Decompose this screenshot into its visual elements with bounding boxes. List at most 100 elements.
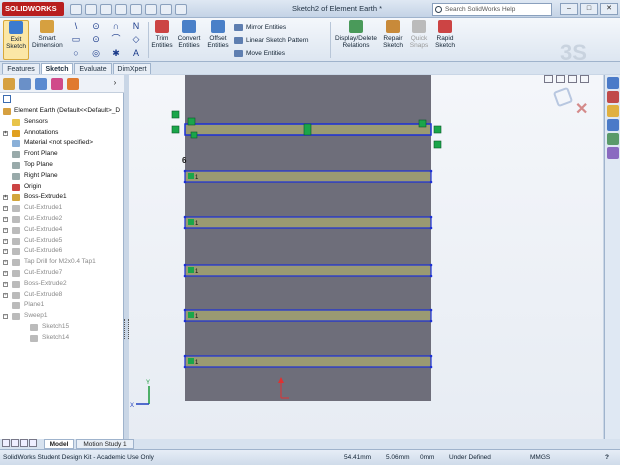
fillet-tool-icon[interactable]: ⌒ [106,33,126,46]
print-icon[interactable] [115,3,127,15]
relation-icon[interactable] [188,312,194,318]
tree-item[interactable]: + Tap Drill for M2x0.4 Tap1 [0,257,124,268]
dimxpert-manager-icon[interactable] [51,78,63,90]
expand-toggle-icon[interactable]: + [3,206,8,212]
tab-features[interactable]: Features [2,63,40,74]
tree-item[interactable]: + Boss-Extrude1 [0,192,124,203]
linear-pattern-button[interactable]: Linear Sketch Pattern [232,34,327,47]
last-tab-icon[interactable] [29,439,37,447]
offset-entities-button[interactable]: Offset Entities [205,20,231,60]
mirror-entities-button[interactable]: Mirror Entities [232,21,327,34]
sketch-slot[interactable]: 1 [183,308,433,323]
close-button[interactable]: ✕ [600,3,618,15]
tree-item[interactable]: + Annotations [0,128,124,139]
sketch-slot[interactable]: 1 [183,263,433,278]
maximize-button[interactable]: □ [580,3,598,15]
expand-toggle-icon[interactable]: + [3,249,8,255]
move-entities-button[interactable]: Move Entities [232,47,327,60]
repair-sketch-button[interactable]: Repair Sketch [381,20,405,60]
expand-toggle-icon[interactable]: + [3,238,8,244]
slot-tool-icon[interactable]: ○ [66,47,86,60]
view-palette-icon[interactable] [606,119,619,131]
open-icon[interactable] [85,3,97,15]
relation-icon[interactable] [433,140,442,149]
options-icon[interactable] [175,3,187,15]
feature-manager-icon[interactable] [3,78,15,90]
tree-item[interactable]: + Cut-Extrude6 [0,246,124,257]
help-search-input[interactable]: Search SolidWorks Help [432,3,552,16]
circle-tool-icon[interactable]: ⊙ [86,20,106,33]
tree-item[interactable]: + Cut-Extrude5 [0,236,124,247]
custom-properties-icon[interactable] [606,147,619,159]
expand-toggle-icon[interactable]: − [3,314,8,320]
line-tool-icon[interactable]: \ [66,20,86,33]
convert-entities-button[interactable]: Convert Entities [175,20,203,60]
text-tool-icon[interactable]: A [126,47,146,60]
sketch-slot[interactable]: 1 [183,354,433,369]
tree-item[interactable]: Material <not specified> [0,138,124,149]
resources-icon[interactable] [606,77,619,89]
expand-toggle-icon[interactable]: + [3,281,8,287]
exit-sketch-button[interactable]: Exit Sketch [3,20,29,60]
configuration-manager-icon[interactable] [35,78,47,90]
graphics-area[interactable]: ✕ 11111 6 Y X [129,75,603,439]
tree-item[interactable]: + Cut-Extrude2 [0,214,124,225]
relation-icon[interactable] [188,358,194,364]
ellipse-tool-icon[interactable]: ⊙ [86,33,106,46]
rapid-sketch-button[interactable]: Rapid Sketch [433,20,457,60]
quick-snaps-button[interactable]: Quick Snaps [408,20,430,60]
tree-item[interactable]: + Cut-Extrude7 [0,268,124,279]
new-document-icon[interactable] [70,3,82,15]
relation-icon[interactable] [187,117,196,126]
tree-root[interactable]: Element Earth (Default<<Default>_D [0,106,124,117]
minimize-button[interactable]: – [560,3,578,15]
arc-tool-icon[interactable]: ∩ [106,20,126,33]
tree-item[interactable]: Top Plane [0,160,124,171]
relation-icon[interactable] [418,119,427,128]
polygon-tool-icon[interactable]: ◇ [126,33,146,46]
file-explorer-icon[interactable] [606,105,619,117]
tab-model[interactable]: Model [44,439,74,449]
point-tool-icon[interactable]: ◎ [86,47,106,60]
expand-toggle-icon[interactable]: + [3,216,8,222]
rebuild-icon[interactable] [160,3,172,15]
property-manager-icon[interactable] [19,78,31,90]
appearances-icon[interactable] [606,133,619,145]
unit-system[interactable]: MMGS [530,450,550,465]
expand-toggle-icon[interactable]: + [3,130,8,136]
sketch-slot[interactable]: 1 [183,215,433,230]
smart-dimension-button[interactable]: Smart Dimension [32,20,63,60]
dimension-label[interactable]: 6 [182,156,187,165]
display-manager-icon[interactable] [67,78,79,90]
spline-tool-icon[interactable]: N [126,20,146,33]
tree-item[interactable]: Plane1 [0,300,124,311]
tree-item[interactable]: Sketch14 [0,333,124,344]
prev-tab-icon[interactable] [11,439,19,447]
tree-item[interactable]: + Cut-Extrude8 [0,290,124,301]
relation-icon[interactable] [433,125,442,134]
tab-sketch[interactable]: Sketch [41,63,73,74]
tree-item[interactable]: Origin [0,182,124,193]
select-icon[interactable] [145,3,157,15]
expand-toggle-icon[interactable]: + [3,270,8,276]
relation-icon[interactable] [188,219,194,225]
first-tab-icon[interactable] [2,439,10,447]
relation-icon[interactable] [303,123,312,136]
panel-expand-icon[interactable]: › [110,78,120,90]
tab-dimxpert[interactable]: DimXpert [113,63,151,74]
relation-icon[interactable] [171,125,180,134]
help-icon[interactable]: ? [605,450,609,465]
tab-evaluate[interactable]: Evaluate [74,63,112,74]
relation-icon[interactable] [188,267,194,273]
expand-toggle-icon[interactable]: + [3,227,8,233]
expand-toggle-icon[interactable]: + [3,260,8,266]
save-icon[interactable] [100,3,112,15]
tree-item[interactable]: Front Plane [0,149,124,160]
expand-toggle-icon[interactable]: + [3,292,8,298]
design-library-icon[interactable] [606,91,619,103]
rectangle-tool-icon[interactable]: ▭ [66,33,86,46]
next-tab-icon[interactable] [20,439,28,447]
tree-item[interactable]: Right Plane [0,171,124,182]
tree-item[interactable]: + Cut-Extrude4 [0,225,124,236]
tab-motion-study[interactable]: Motion Study 1 [76,439,134,449]
